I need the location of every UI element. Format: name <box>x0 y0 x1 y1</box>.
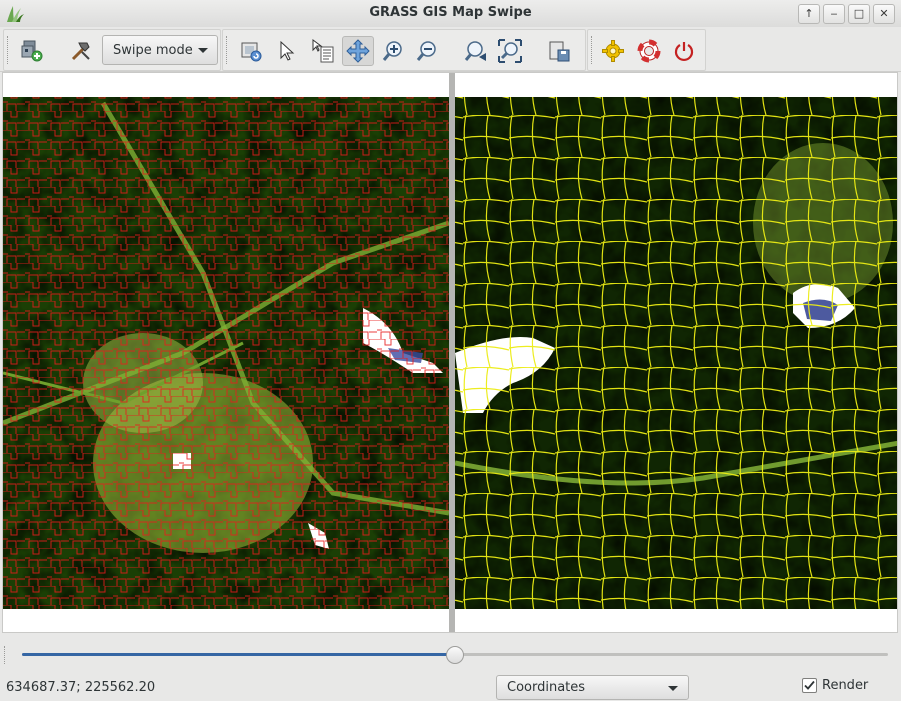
zoom-in-button[interactable] <box>377 36 409 66</box>
toolbar-grip[interactable] <box>7 36 10 64</box>
close-button[interactable]: ✕ <box>873 4 895 24</box>
restore-button[interactable]: ↑ <box>798 4 820 24</box>
swipe-slider-fill <box>22 653 455 656</box>
checkmark-icon <box>804 680 815 690</box>
toolbar-grip[interactable] <box>226 36 229 64</box>
statusbar-mode-dropdown[interactable]: Coordinates <box>496 675 689 700</box>
render-toggle[interactable]: Render <box>802 678 868 693</box>
toolbar-section-misc <box>587 29 706 71</box>
tools-button[interactable] <box>65 36 97 66</box>
save-image-icon <box>549 41 570 62</box>
render-map-button[interactable] <box>235 36 267 66</box>
toolbar-grip[interactable] <box>591 36 594 64</box>
map-swipe-view <box>3 73 897 633</box>
render-map-icon <box>241 42 262 62</box>
window-title: GRASS GIS Map Swipe <box>369 5 532 20</box>
swipe-mode-dropdown[interactable]: Swipe mode <box>102 35 218 65</box>
zoom-extent-icon <box>498 39 522 63</box>
settings-gear-icon <box>602 40 624 62</box>
save-image-button[interactable] <box>543 36 575 66</box>
zoom-back-button[interactable] <box>460 36 492 66</box>
toolbar-section-layers: Swipe mode <box>3 29 221 71</box>
zoom-in-icon <box>382 41 402 61</box>
help-lifebuoy-icon <box>637 39 661 63</box>
swipe-divider[interactable] <box>449 73 455 633</box>
query-icon <box>312 39 334 63</box>
zoom-back-icon <box>464 41 486 61</box>
swipe-slider-row <box>0 640 901 670</box>
left-map-layer <box>3 97 449 609</box>
pan-button[interactable] <box>342 36 374 66</box>
chevron-down-icon <box>198 48 208 53</box>
settings-button[interactable] <box>597 36 629 66</box>
zoom-out-button[interactable] <box>411 36 443 66</box>
zoom-extent-button[interactable] <box>494 36 526 66</box>
pan-icon <box>346 39 370 63</box>
slider-grip <box>4 646 7 664</box>
maximize-button[interactable]: □ <box>848 4 870 24</box>
chevron-down-icon <box>668 686 678 691</box>
add-map-layers-button[interactable] <box>16 36 48 66</box>
render-checkbox[interactable] <box>802 678 817 693</box>
help-button[interactable] <box>633 36 665 66</box>
add-map-layers-icon <box>21 40 43 62</box>
zoom-out-icon <box>416 41 436 61</box>
title-bar: GRASS GIS Map Swipe ↑ ‒ □ ✕ <box>0 0 901 28</box>
swipe-slider-handle[interactable] <box>446 646 464 664</box>
map-canvas[interactable] <box>2 72 898 633</box>
swipe-mode-label: Swipe mode <box>113 42 193 58</box>
toolbar-section-navigation <box>222 29 586 71</box>
render-label: Render <box>822 678 869 693</box>
query-button[interactable] <box>307 36 339 66</box>
tools-hammer-icon <box>71 42 90 61</box>
quit-power-icon <box>674 42 694 62</box>
coordinates-readout: 634687.37; 225562.20 <box>6 680 156 695</box>
pointer-button[interactable] <box>271 36 303 66</box>
pointer-icon <box>280 40 295 61</box>
statusbar-mode-label: Coordinates <box>507 680 586 695</box>
main-toolbar: Swipe mode <box>0 27 901 72</box>
minimize-button[interactable]: ‒ <box>823 4 845 24</box>
quit-button[interactable] <box>668 36 700 66</box>
status-bar: 634687.37; 225562.20 Coordinates Render <box>0 673 901 701</box>
right-map-layer <box>455 97 897 609</box>
